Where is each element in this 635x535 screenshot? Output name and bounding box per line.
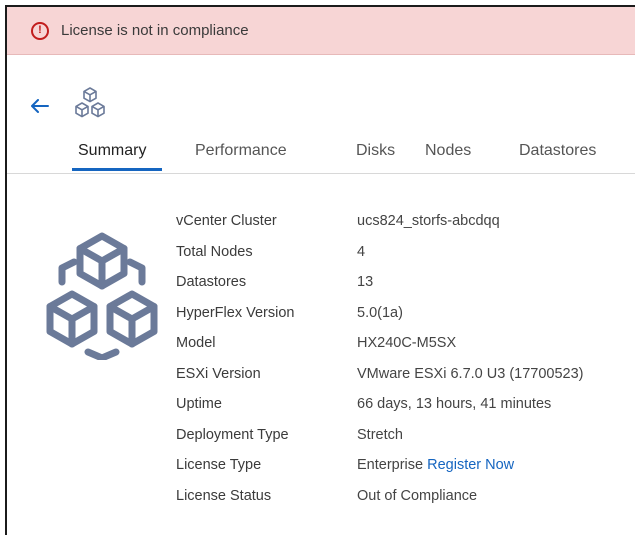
detail-label: Datastores — [176, 274, 247, 291]
detail-value: Enterprise Register Now — [357, 457, 514, 473]
hyperflex-cluster-icon-small — [72, 86, 108, 125]
detail-row-license-status: License Status Out of Compliance — [176, 481, 584, 512]
detail-row-esxi-version: ESXi Version VMware ESXi 6.7.0 U3 (17700… — [176, 359, 584, 390]
detail-value: Stretch — [357, 426, 403, 443]
tab-bar: Summary Performance Disks Nodes Datastor… — [7, 130, 635, 174]
detail-value: 4 — [357, 243, 366, 260]
detail-row-model: Model HX240C-M5SX — [176, 328, 584, 359]
arrow-left-icon — [31, 99, 49, 113]
detail-row-total-nodes: Total Nodes 4 — [176, 237, 584, 268]
tab-datastores[interactable]: Datastores — [519, 142, 596, 160]
detail-label: Uptime — [176, 396, 222, 413]
back-button[interactable] — [30, 96, 50, 116]
detail-label: License Type — [176, 457, 262, 474]
detail-row-deployment-type: Deployment Type Stretch — [176, 420, 584, 451]
detail-value: 5.0(1a) — [357, 304, 403, 321]
tab-nodes[interactable]: Nodes — [425, 142, 471, 160]
detail-value: Out of Compliance — [357, 487, 478, 504]
detail-value: ucs824_storfs-abcdqq — [357, 213, 500, 230]
detail-row-vcenter-cluster: vCenter Cluster ucs824_storfs-abcdqq — [176, 206, 584, 237]
detail-row-uptime: Uptime 66 days, 13 hours, 41 minutes — [176, 389, 584, 420]
tab-performance[interactable]: Performance — [195, 142, 287, 160]
cluster-illustration — [40, 228, 164, 365]
detail-value: HX240C-M5SX — [357, 335, 457, 352]
detail-label: HyperFlex Version — [176, 304, 295, 321]
hyperflex-cluster-large-icon — [46, 232, 158, 362]
tab-summary[interactable]: Summary — [78, 142, 146, 160]
detail-row-hyperflex-version: HyperFlex Version 5.0(1a) — [176, 298, 584, 329]
detail-row-license-type: License Type Enterprise Register Now — [176, 450, 584, 481]
detail-value: VMware ESXi 6.7.0 U3 (17700523) — [357, 365, 584, 382]
hyperflex-cluster-icon — [75, 87, 105, 118]
active-tab-indicator — [72, 168, 162, 171]
detail-label: ESXi Version — [176, 365, 261, 382]
alert-message: License is not in compliance — [61, 22, 249, 39]
detail-label: vCenter Cluster — [176, 213, 277, 230]
summary-details: vCenter Cluster ucs824_storfs-abcdqq Tot… — [176, 206, 584, 511]
alert-circle-icon: ! — [31, 21, 49, 40]
detail-label: Deployment Type — [176, 426, 289, 443]
detail-label: License Status — [176, 487, 272, 504]
detail-label: Model — [176, 335, 216, 352]
detail-label: Total Nodes — [176, 243, 253, 260]
detail-value: 66 days, 13 hours, 41 minutes — [357, 396, 552, 413]
register-now-link[interactable]: Register Now — [427, 457, 514, 473]
detail-value: 13 — [357, 274, 374, 291]
detail-row-datastores: Datastores 13 — [176, 267, 584, 298]
license-alert-banner: ! License is not in compliance — [7, 7, 635, 55]
tab-disks[interactable]: Disks — [356, 142, 395, 160]
license-type-value: Enterprise — [357, 457, 424, 474]
